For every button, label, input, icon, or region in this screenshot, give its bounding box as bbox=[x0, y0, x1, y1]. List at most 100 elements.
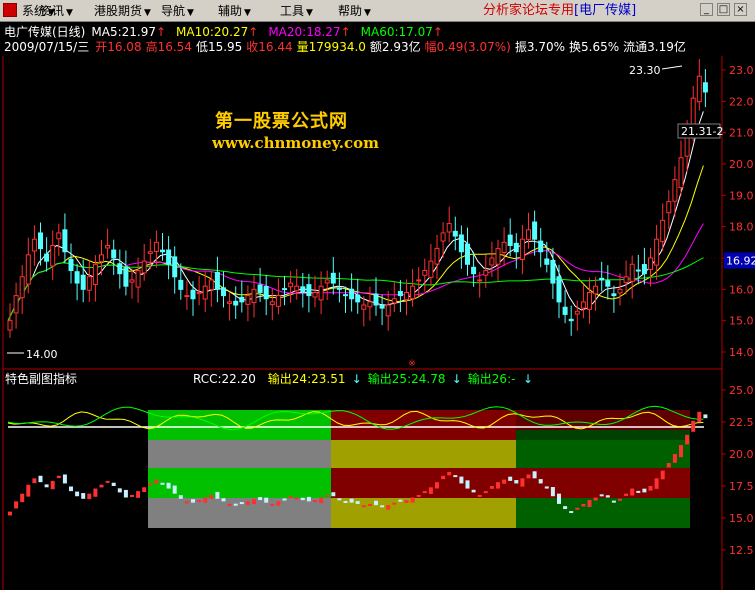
candle-body bbox=[635, 269, 641, 272]
sub-candle bbox=[483, 491, 488, 494]
candle-body bbox=[458, 234, 464, 253]
signal-zone bbox=[331, 440, 516, 468]
sub-candle bbox=[465, 480, 470, 489]
sub-candle bbox=[550, 487, 555, 497]
sub-candle bbox=[349, 498, 354, 503]
sub-candle bbox=[172, 485, 177, 494]
sub-candle bbox=[459, 476, 464, 484]
candle-body bbox=[611, 293, 617, 297]
sub-candle bbox=[489, 486, 494, 489]
candle-body bbox=[696, 75, 702, 103]
sub-candle bbox=[282, 498, 287, 501]
candle-body bbox=[251, 288, 257, 304]
sub-candle bbox=[203, 497, 208, 503]
divider-marker-icon: ※ bbox=[408, 359, 416, 369]
sub-candle bbox=[428, 487, 433, 494]
candle-body bbox=[434, 248, 440, 265]
candle-body bbox=[245, 295, 251, 305]
candle-body bbox=[623, 276, 629, 283]
sub-candle bbox=[386, 505, 391, 510]
sub-candle bbox=[221, 498, 226, 502]
candle-body bbox=[123, 267, 129, 287]
candle-body bbox=[221, 287, 226, 297]
y-axis-label: 20.0 bbox=[729, 158, 754, 171]
candle-body bbox=[605, 280, 611, 287]
sub-candle bbox=[130, 494, 134, 497]
sub-y-axis-label: 25.0 bbox=[729, 384, 754, 397]
candle-body bbox=[294, 285, 300, 292]
y-axis-label: 18.0 bbox=[729, 221, 754, 234]
sub-candle bbox=[672, 454, 677, 463]
candle-body bbox=[269, 301, 275, 306]
sub-candle bbox=[227, 503, 232, 506]
candle-body bbox=[172, 256, 178, 278]
sub-candle bbox=[20, 493, 25, 503]
y-axis-label: 14.0 bbox=[729, 346, 754, 359]
stock-chart[interactable]: 23.022.021.020.019.018.017.016.015.014.0… bbox=[0, 0, 755, 590]
high-price-label: 23.30 bbox=[629, 64, 661, 77]
signal-zone bbox=[331, 468, 516, 498]
candle-body bbox=[562, 306, 568, 315]
candle-body bbox=[257, 284, 263, 293]
candle-body bbox=[361, 304, 367, 310]
sub-candle bbox=[569, 511, 574, 514]
sub-candle bbox=[361, 505, 366, 508]
candle-body bbox=[385, 304, 391, 317]
sub-candle bbox=[575, 507, 580, 510]
candle-body bbox=[556, 276, 562, 303]
candle-body bbox=[666, 201, 672, 214]
sub-candle bbox=[538, 479, 543, 484]
sub-candle bbox=[648, 486, 653, 491]
candle-body bbox=[282, 288, 287, 291]
candle-body bbox=[227, 301, 233, 304]
candle-body bbox=[629, 263, 635, 282]
signal-zone bbox=[516, 440, 690, 468]
signal-zone bbox=[331, 410, 516, 440]
candle-body bbox=[440, 232, 446, 242]
candle-body bbox=[80, 274, 86, 290]
sub-candle bbox=[99, 484, 104, 488]
sub-candle bbox=[453, 475, 458, 478]
candle-body bbox=[166, 249, 172, 265]
sub-candle bbox=[630, 488, 635, 496]
candle-body bbox=[86, 276, 92, 291]
sub-candle bbox=[239, 502, 244, 505]
sub-y-axis-label: 20.0 bbox=[729, 448, 754, 461]
candle-body bbox=[367, 301, 373, 308]
candle-body bbox=[147, 251, 153, 254]
sub-candle bbox=[666, 462, 671, 468]
high-price-arrow bbox=[661, 65, 683, 70]
sub-candle bbox=[69, 486, 73, 492]
sub-candle bbox=[703, 414, 708, 419]
y-axis-label: 15.0 bbox=[729, 315, 754, 328]
candle-body bbox=[263, 286, 269, 300]
candle-body bbox=[373, 293, 379, 306]
sub-candle bbox=[435, 482, 439, 489]
candle-body bbox=[587, 291, 592, 310]
sub-candle bbox=[416, 494, 421, 497]
sub-candle bbox=[331, 492, 336, 497]
candle-body bbox=[391, 298, 397, 304]
indicator-value: 输出25:24.78 bbox=[368, 371, 446, 386]
sub-candle bbox=[264, 497, 269, 503]
sub-candle bbox=[270, 503, 275, 506]
sub-candle bbox=[184, 501, 189, 504]
candle-body bbox=[489, 257, 495, 266]
candle-body bbox=[74, 271, 80, 284]
down-arrow-icon: ↓ bbox=[452, 372, 462, 386]
sub-candle bbox=[14, 501, 19, 509]
sub-candle bbox=[367, 503, 372, 506]
sub-candle bbox=[380, 505, 385, 508]
sub-candle bbox=[660, 470, 665, 480]
sub-candle bbox=[87, 493, 92, 500]
candle-body bbox=[574, 310, 580, 315]
candle-body bbox=[660, 219, 666, 243]
candle-body bbox=[690, 97, 696, 126]
indicator-value: 输出26:- bbox=[468, 371, 516, 386]
candle-body bbox=[544, 258, 550, 265]
sub-candle bbox=[593, 497, 598, 501]
signal-zone bbox=[148, 440, 331, 468]
candle-body bbox=[355, 294, 361, 303]
signal-zone bbox=[148, 498, 331, 528]
sub-candle bbox=[50, 480, 55, 490]
